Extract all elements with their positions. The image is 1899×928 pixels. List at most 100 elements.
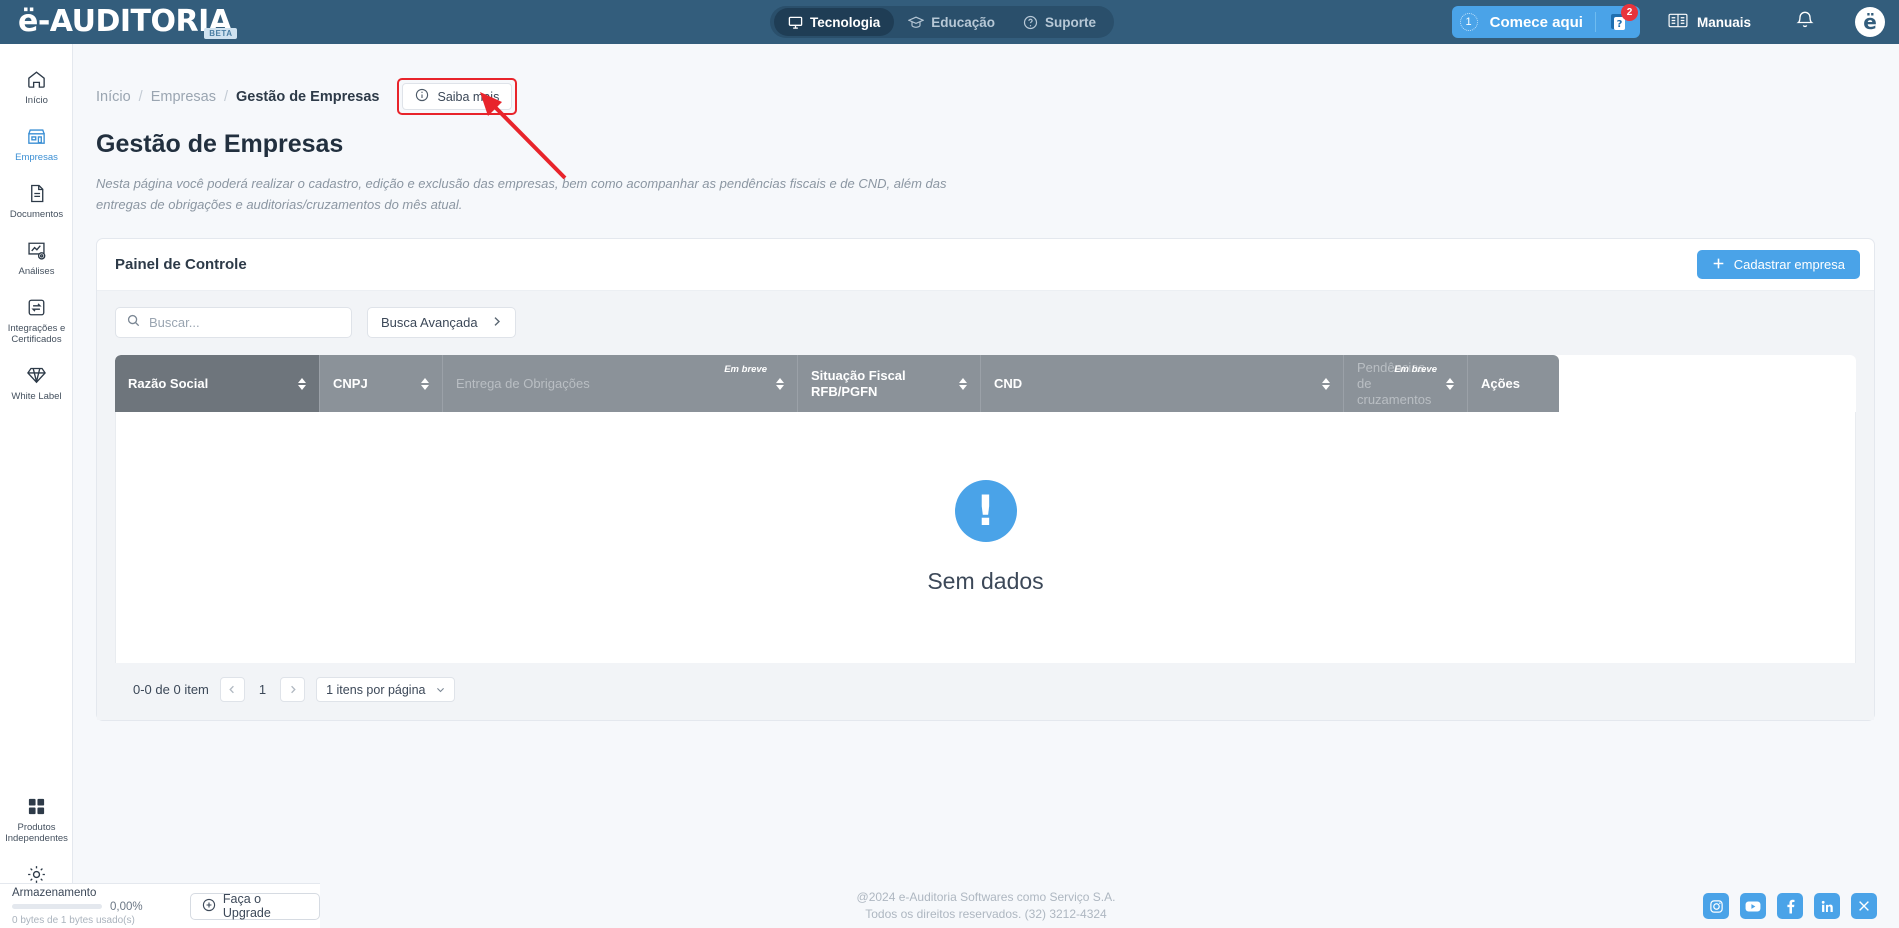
- search-toolbar: Busca Avançada: [115, 307, 1856, 338]
- chevron-right-icon: [492, 315, 502, 330]
- grid-icon: [2, 794, 71, 818]
- storage-detail: 0 bytes de 1 bytes usado(s): [12, 914, 135, 926]
- breadcrumb-item-empresas[interactable]: Empresas: [151, 89, 216, 105]
- sort-icon[interactable]: [959, 377, 967, 390]
- companies-table: Razão Social CNPJ Em breve Entrega de Ob…: [115, 355, 1856, 663]
- table-header-cnd[interactable]: CND: [981, 355, 1344, 412]
- start-here-badge: 2: [1620, 4, 1638, 21]
- storage-title: Armazenamento: [12, 886, 97, 899]
- upgrade-label: Faça o Upgrade: [222, 892, 271, 920]
- sidebar-item-documentos[interactable]: Documentos: [0, 172, 73, 229]
- items-per-page-select[interactable]: 1 itens por página: [316, 677, 455, 702]
- saiba-mais-button[interactable]: Saiba mais: [402, 83, 513, 110]
- pagination-next-button[interactable]: [280, 677, 306, 702]
- document-icon: [2, 181, 71, 205]
- nav-item-tecnologia[interactable]: Tecnologia: [774, 8, 895, 36]
- help-docs-icon[interactable]: ? 2: [1596, 4, 1640, 32]
- panel-title: Painel de Controle: [115, 256, 247, 273]
- analytics-icon: [2, 238, 71, 262]
- table-header-cnpj[interactable]: CNPJ: [320, 355, 443, 412]
- search-box[interactable]: [115, 307, 352, 338]
- nav-label: Educação: [931, 14, 996, 30]
- manuais-label: Manuais: [1696, 14, 1751, 30]
- page-footer: @2024 e-Auditoria Softwares como Serviço…: [73, 883, 1899, 928]
- storage-percent: 0,00%: [110, 900, 143, 913]
- column-label: Razão Social: [128, 375, 209, 391]
- upgrade-button[interactable]: Faça o Upgrade: [189, 892, 320, 920]
- pagination-current-page[interactable]: 1: [256, 682, 269, 697]
- x-twitter-icon[interactable]: [1851, 893, 1877, 919]
- breadcrumb-item-inicio[interactable]: Início: [96, 89, 131, 105]
- info-circle-icon: [415, 88, 429, 105]
- storage-progress-row: 0,00%: [12, 901, 180, 913]
- notification-bell-icon[interactable]: [1795, 9, 1815, 35]
- youtube-icon[interactable]: [1740, 893, 1766, 919]
- pagination: 0-0 de 0 item 1 1 itens por página: [115, 663, 1856, 706]
- breadcrumb-item-current: Gestão de Empresas: [236, 88, 380, 105]
- items-per-page-label: 1 itens por página: [326, 682, 426, 697]
- sidebar-item-empresas[interactable]: Empresas: [0, 115, 73, 172]
- social-links: [1703, 893, 1877, 919]
- saiba-mais-label: Saiba mais: [437, 89, 500, 104]
- user-avatar[interactable]: ë: [1855, 7, 1885, 37]
- manuais-button[interactable]: Manuais: [1668, 12, 1751, 32]
- saiba-mais-highlight: Saiba mais: [397, 78, 518, 115]
- sidebar-item-white-label[interactable]: White Label: [0, 354, 73, 411]
- top-header: ë-AUDITORIA BETA Tecnologia Educação Sup…: [0, 0, 1899, 44]
- sort-icon[interactable]: [776, 377, 784, 390]
- sidebar-item-label: Início: [25, 95, 48, 106]
- table-header-situacao-fiscal[interactable]: Situação Fiscal RFB/PGFN: [798, 355, 981, 412]
- busca-avancada-label: Busca Avançada: [381, 315, 478, 330]
- sort-icon[interactable]: [1322, 377, 1330, 390]
- start-here-step: 1: [1459, 13, 1478, 31]
- sidebar-item-label: Empresas: [15, 152, 58, 163]
- table-header-razao-social[interactable]: Razão Social: [115, 355, 320, 412]
- breadcrumb-separator: /: [223, 88, 229, 105]
- diamond-icon: [2, 363, 71, 387]
- facebook-icon[interactable]: [1777, 893, 1803, 919]
- header-right-group: 1 Comece aqui ? 2 Manuais ë: [1451, 0, 1885, 44]
- cadastrar-empresa-button[interactable]: Cadastrar empresa: [1696, 250, 1860, 279]
- pagination-prev-button[interactable]: [219, 677, 245, 702]
- sort-icon[interactable]: [298, 377, 306, 390]
- control-panel-card: Painel de Controle Cadastrar empresa Bus…: [96, 238, 1875, 721]
- panel-header: Painel de Controle Cadastrar empresa: [97, 239, 1874, 291]
- em-breve-badge: Em breve: [1394, 364, 1437, 375]
- sort-icon[interactable]: [1446, 377, 1454, 390]
- main-nav: Tecnologia Educação Suporte: [770, 6, 1115, 38]
- start-here-button[interactable]: 1 Comece aqui ? 2: [1451, 4, 1640, 38]
- plus-circle-icon: [202, 898, 216, 915]
- nav-label: Suporte: [1045, 14, 1097, 30]
- sort-icon[interactable]: [421, 377, 429, 390]
- nav-item-educacao[interactable]: Educação: [894, 8, 1009, 36]
- column-label: Situação Fiscal RFB/PGFN: [811, 367, 906, 399]
- em-breve-badge: Em breve: [724, 364, 767, 375]
- table-header-pendencias-cruzamentos[interactable]: Em breve Pendências de cruzamentos: [1344, 355, 1468, 412]
- table-header-row: Razão Social CNPJ Em breve Entrega de Ob…: [115, 355, 1856, 412]
- sidebar-item-label: White Label: [11, 391, 62, 402]
- footer-line-2: Todos os direitos reservados. (32) 3212-…: [865, 906, 1107, 921]
- column-label: Entrega de Obrigações: [456, 375, 590, 391]
- chevron-right-icon: [290, 685, 296, 694]
- table-header-entrega-obrigacoes[interactable]: Em breve Entrega de Obrigações: [443, 355, 798, 412]
- sidebar-item-label: Integrações e Certificados: [7, 323, 66, 345]
- book-icon: [1668, 12, 1688, 32]
- linkedin-icon[interactable]: [1814, 893, 1840, 919]
- exclamation-icon: !: [954, 480, 1017, 542]
- sidebar-item-produtos-independentes[interactable]: Produtos Independentes: [0, 785, 73, 853]
- footer-line-1: @2024 e-Auditoria Softwares como Serviço…: [856, 889, 1116, 904]
- search-icon: [127, 314, 140, 332]
- nav-item-suporte[interactable]: Suporte: [1009, 8, 1110, 36]
- sidebar-item-analises[interactable]: Análises: [0, 229, 73, 286]
- nav-label: Tecnologia: [810, 14, 881, 30]
- search-input[interactable]: [149, 315, 329, 330]
- busca-avancada-button[interactable]: Busca Avançada: [367, 307, 516, 338]
- table-empty-state: ! Sem dados: [115, 412, 1856, 663]
- instagram-icon[interactable]: [1703, 893, 1729, 919]
- sidebar-item-inicio[interactable]: Início: [0, 58, 73, 115]
- table-header-acoes: Ações: [1468, 355, 1559, 412]
- sidebar-item-integracoes[interactable]: Integrações e Certificados: [0, 286, 73, 354]
- brand-logo[interactable]: ë-AUDITORIA BETA: [18, 7, 238, 39]
- page-title: Gestão de Empresas: [96, 130, 344, 158]
- sidebar-item-label: Análises: [18, 266, 55, 277]
